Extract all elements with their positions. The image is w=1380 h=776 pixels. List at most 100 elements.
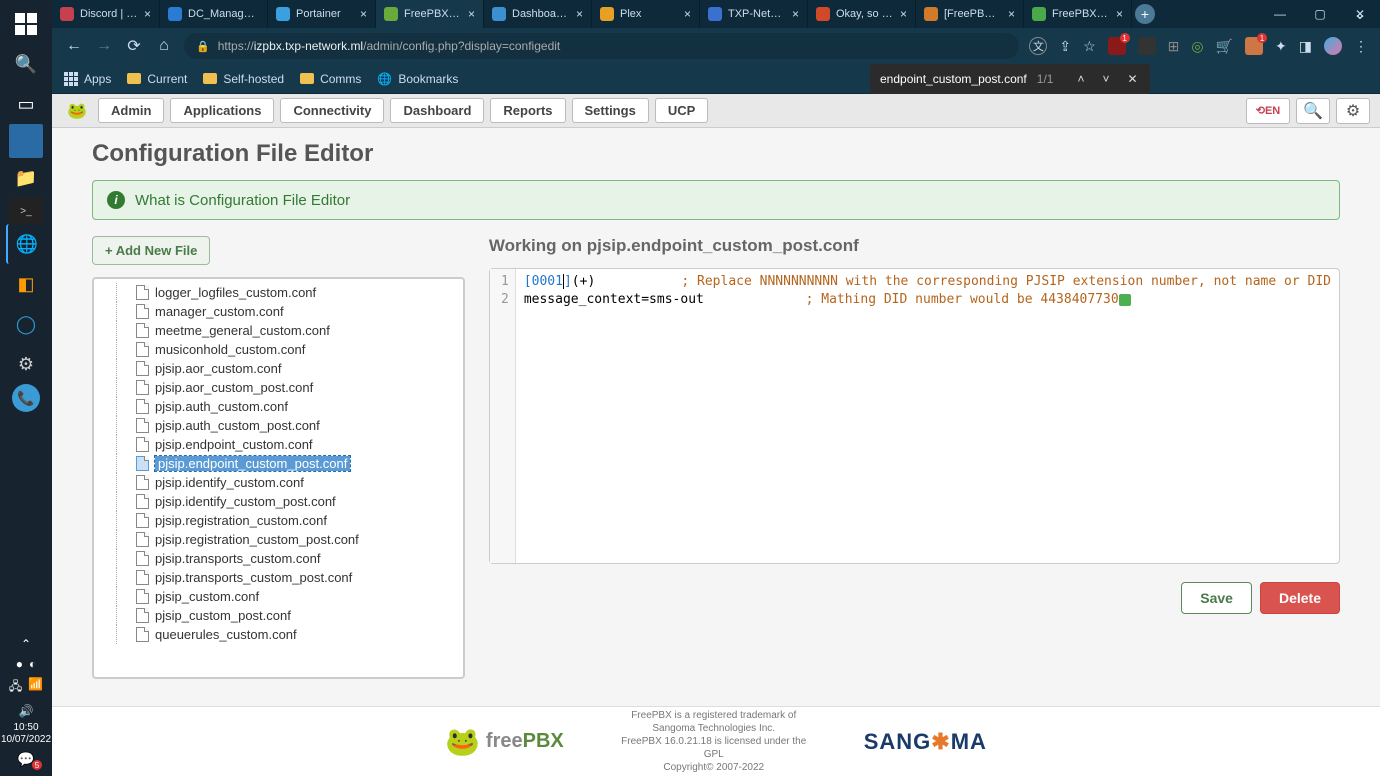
home-button[interactable]: ⌂ — [154, 37, 174, 55]
save-button[interactable]: Save — [1181, 582, 1252, 614]
ext-bw-icon[interactable] — [1138, 37, 1156, 55]
taskview-icon[interactable]: ▭ — [6, 84, 46, 124]
file-tree-item[interactable]: pjsip.identify_custom_post.conf — [96, 492, 461, 511]
browser-tab[interactable]: Portainer× — [268, 0, 376, 28]
forward-button[interactable]: → — [94, 37, 114, 55]
file-tree-item[interactable]: pjsip.registration_custom_post.conf — [96, 530, 461, 549]
editor-code[interactable]: [0001](+) ; Replace NNNNNNNNNN with the … — [516, 269, 1339, 563]
ext-grid-icon[interactable]: ⊞ — [1168, 38, 1180, 55]
translate-icon[interactable]: 文 — [1029, 37, 1047, 55]
vbox-icon[interactable]: ◧ — [6, 264, 46, 304]
volume-icon[interactable]: 🔊 — [6, 702, 46, 720]
browser-menu-icon[interactable]: ⋮ — [1354, 38, 1368, 55]
pinned-app-1[interactable] — [9, 124, 43, 158]
find-next-button[interactable]: ˅ — [1098, 72, 1113, 86]
ext-circle-icon[interactable]: ◎ — [1191, 38, 1203, 55]
file-tree[interactable]: logger_logfiles_custom.confmanager_custo… — [92, 277, 465, 679]
file-tree-item[interactable]: logger_logfiles_custom.conf — [96, 283, 461, 302]
reload-button[interactable]: ⟳ — [124, 36, 144, 56]
browser-tab[interactable]: DC_Management — [160, 0, 268, 28]
add-new-file-button[interactable]: + Add New File — [92, 236, 210, 265]
file-tree-item[interactable]: pjsip.endpoint_custom.conf — [96, 435, 461, 454]
clock[interactable]: 10:50 10/07/2022 — [1, 722, 51, 746]
file-tree-item[interactable]: pjsip.auth_custom.conf — [96, 397, 461, 416]
file-tree-item[interactable]: meetme_general_custom.conf — [96, 321, 461, 340]
bookmark-item[interactable]: Comms — [300, 72, 361, 86]
file-tree-item[interactable]: queuerules_custom.conf — [96, 625, 461, 644]
settings-gear-button[interactable]: ⚙ — [1336, 98, 1370, 124]
browser-tab[interactable]: FreePBX - S...× — [1024, 0, 1132, 28]
new-tab-button[interactable]: + — [1132, 0, 1158, 28]
browser-tab[interactable]: Discord | #...× — [52, 0, 160, 28]
bookmark-item[interactable]: Apps — [64, 72, 111, 86]
maximize-button[interactable]: ▢ — [1300, 0, 1340, 28]
pbx-menu-applications[interactable]: Applications — [170, 98, 274, 123]
extensions-icon[interactable]: ✦ — [1275, 38, 1287, 55]
file-tree-item[interactable]: pjsip_custom_post.conf — [96, 606, 461, 625]
info-banner[interactable]: i What is Configuration File Editor — [92, 180, 1340, 220]
pbx-menu-connectivity[interactable]: Connectivity — [280, 98, 384, 123]
pbx-menu-admin[interactable]: Admin — [98, 98, 164, 123]
file-tree-item[interactable]: pjsip.endpoint_custom_post.conf — [96, 454, 461, 473]
file-tree-item[interactable]: musiconhold_custom.conf — [96, 340, 461, 359]
tab-close-icon[interactable]: × — [576, 7, 583, 21]
file-tree-item[interactable]: pjsip.identify_custom.conf — [96, 473, 461, 492]
browser-tab[interactable]: FreePBX Ad...× — [376, 0, 484, 28]
tray-icons-2[interactable]: 🖧📶 — [9, 677, 43, 698]
bookmark-item[interactable]: Self-hosted — [203, 72, 284, 86]
browser-tab[interactable]: Okay, so dr...× — [808, 0, 916, 28]
minimize-button[interactable]: — — [1260, 0, 1300, 28]
browser-tab[interactable]: Dashboard ...× — [484, 0, 592, 28]
file-explorer-icon[interactable]: 📁 — [6, 158, 46, 198]
browser-tab[interactable]: [FreePBX C...× — [916, 0, 1024, 28]
pbx-menu-settings[interactable]: Settings — [572, 98, 649, 123]
search-icon[interactable]: 🔍 — [6, 44, 46, 84]
tray-expand-icon[interactable]: ⌃ — [6, 635, 46, 653]
tab-close-icon[interactable]: × — [468, 7, 475, 21]
browser-tab[interactable]: Plex× — [592, 0, 700, 28]
file-tree-item[interactable]: pjsip.auth_custom_post.conf — [96, 416, 461, 435]
ext-cart-icon[interactable]: 🛒 — [1216, 38, 1233, 55]
pbx-menu-reports[interactable]: Reports — [490, 98, 565, 123]
start-button[interactable] — [6, 4, 46, 44]
file-tree-item[interactable]: pjsip.registration_custom.conf — [96, 511, 461, 530]
tab-close-icon[interactable]: × — [684, 7, 691, 21]
tray-icons[interactable]: ●◐ — [16, 657, 37, 671]
pbx-menu-ucp[interactable]: UCP — [655, 98, 708, 123]
file-tree-item[interactable]: pjsip.aor_custom_post.conf — [96, 378, 461, 397]
cogs-icon[interactable]: ⚙ — [6, 344, 46, 384]
ext-ublock-icon[interactable] — [1108, 37, 1126, 55]
notifications-icon[interactable]: 💬5 — [6, 748, 46, 770]
opera-icon[interactable]: ◯ — [6, 304, 46, 344]
lang-button[interactable]: ⟲EN — [1246, 98, 1290, 124]
tab-close-icon[interactable]: × — [1116, 7, 1123, 21]
tab-close-icon[interactable]: × — [360, 7, 367, 21]
file-tree-item[interactable]: pjsip.transports_custom.conf — [96, 549, 461, 568]
browser-icon[interactable]: 🌐 — [6, 224, 46, 264]
find-query[interactable]: endpoint_custom_post.conf — [880, 72, 1027, 86]
pbx-menu-dashboard[interactable]: Dashboard — [390, 98, 484, 123]
terminal-icon[interactable]: >_ — [9, 198, 43, 224]
bookmark-item[interactable]: 🌐Bookmarks — [377, 72, 458, 86]
share-icon[interactable]: ⇪ — [1059, 38, 1071, 55]
search-button[interactable]: 🔍 — [1296, 98, 1330, 124]
file-tree-item[interactable]: manager_custom.conf — [96, 302, 461, 321]
tab-close-icon[interactable]: × — [144, 7, 151, 21]
tab-close-icon[interactable]: × — [900, 7, 907, 21]
find-prev-button[interactable]: ˄ — [1073, 72, 1088, 86]
freepbx-logo-icon[interactable]: 🐸 — [62, 99, 92, 123]
url-input[interactable]: 🔒 https://izpbx.txp-network.ml/admin/con… — [184, 33, 1019, 59]
browser-tab[interactable]: TXP-Netwo...× — [700, 0, 808, 28]
close-window-button[interactable]: ✕ — [1340, 0, 1380, 28]
file-tree-item[interactable]: pjsip.transports_custom_post.conf — [96, 568, 461, 587]
ext-folder-icon[interactable] — [1245, 37, 1263, 55]
code-editor[interactable]: 1 2 [0001](+) ; Replace NNNNNNNNNN with … — [489, 268, 1340, 564]
sidepanel-icon[interactable]: ◨ — [1299, 38, 1312, 55]
file-tree-item[interactable]: pjsip_custom.conf — [96, 587, 461, 606]
back-button[interactable]: ← — [64, 37, 84, 55]
tab-close-icon[interactable]: × — [1008, 7, 1015, 21]
bookmark-star-icon[interactable]: ☆ — [1083, 38, 1096, 55]
file-tree-item[interactable]: pjsip.aor_custom.conf — [96, 359, 461, 378]
delete-button[interactable]: Delete — [1260, 582, 1340, 614]
tab-close-icon[interactable]: × — [792, 7, 799, 21]
